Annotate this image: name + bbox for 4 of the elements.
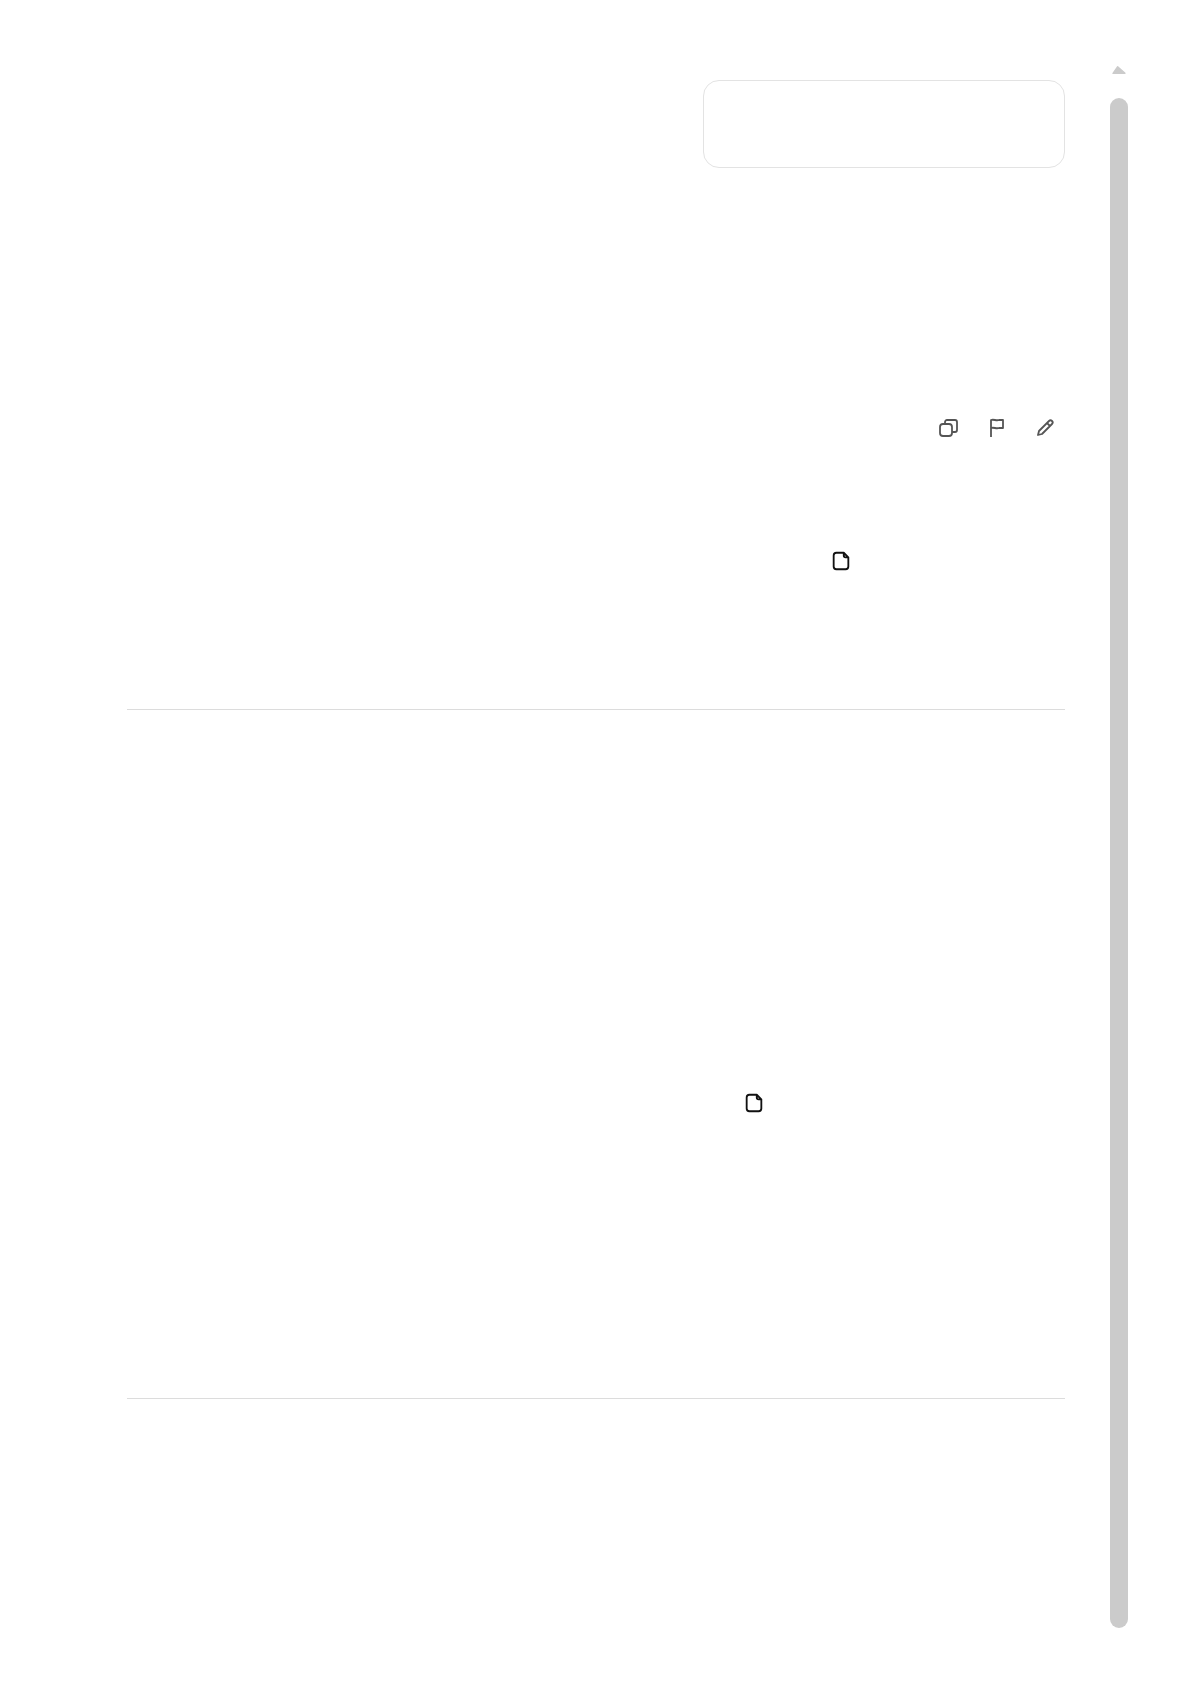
document-icon[interactable]: [830, 550, 852, 572]
copy-icon[interactable]: [937, 416, 961, 440]
document-icon[interactable]: [743, 1092, 765, 1114]
scrollbar-thumb[interactable]: [1110, 98, 1128, 1628]
